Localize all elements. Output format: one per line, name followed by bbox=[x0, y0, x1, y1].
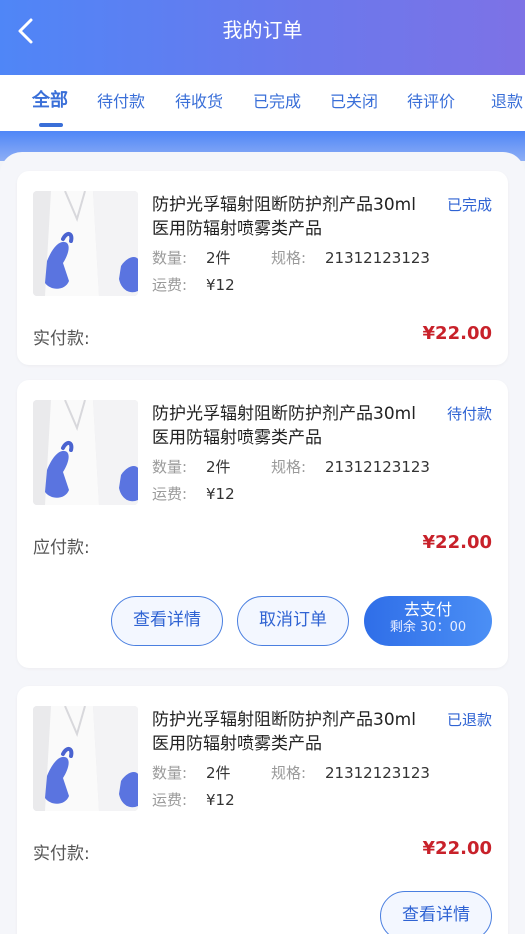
freight-value: ¥12 bbox=[206, 276, 235, 294]
spec-value: 21312123123 bbox=[325, 249, 430, 267]
freight-value: ¥12 bbox=[206, 485, 235, 503]
tab-completed[interactable]: 已完成 bbox=[253, 92, 301, 112]
status-badge: 已退款 bbox=[446, 711, 492, 729]
product-name[interactable]: 防护光孚辐射阻断防护剂产品30ml医用防辐射喷雾类产品 bbox=[152, 193, 427, 241]
product-image[interactable] bbox=[33, 191, 138, 296]
tab-pending-receipt[interactable]: 待收货 bbox=[175, 92, 223, 112]
quantity-label: 数量: bbox=[152, 249, 188, 267]
order-card[interactable]: 防护光孚辐射阻断防护剂产品30ml医用防辐射喷雾类产品 待付款 数量: 2件 规… bbox=[17, 380, 508, 668]
cancel-order-button[interactable]: 取消订单 bbox=[237, 596, 349, 646]
spec-value: 21312123123 bbox=[325, 764, 430, 782]
paid-amount-label: 实付款: bbox=[33, 844, 90, 864]
tab-pending-payment[interactable]: 待付款 bbox=[97, 92, 145, 112]
spec-value: 21312123123 bbox=[325, 458, 430, 476]
product-name[interactable]: 防护光孚辐射阻断防护剂产品30ml医用防辐射喷雾类产品 bbox=[152, 708, 427, 756]
tab-all[interactable]: 全部 bbox=[32, 91, 68, 111]
order-card[interactable]: 防护光孚辐射阻断防护剂产品30ml医用防辐射喷雾类产品 已退款 数量: 2件 规… bbox=[17, 686, 508, 934]
paid-amount-label: 实付款: bbox=[33, 329, 90, 349]
spec-label: 规格: bbox=[271, 764, 307, 782]
product-image[interactable] bbox=[33, 400, 138, 505]
order-tabs: 全部 待付款 待收货 已完成 已关闭 待评价 退款 bbox=[0, 75, 525, 131]
quantity-value: 2件 bbox=[206, 249, 231, 267]
product-image[interactable] bbox=[33, 706, 138, 811]
payable-amount: ¥22.00 bbox=[422, 532, 492, 553]
quantity-label: 数量: bbox=[152, 764, 188, 782]
spec-label: 规格: bbox=[271, 458, 307, 476]
freight-label: 运费: bbox=[152, 276, 188, 294]
product-name[interactable]: 防护光孚辐射阻断防护剂产品30ml医用防辐射喷雾类产品 bbox=[152, 402, 427, 450]
paid-amount: ¥22.00 bbox=[422, 323, 492, 344]
freight-label: 运费: bbox=[152, 485, 188, 503]
status-badge: 已完成 bbox=[446, 196, 492, 214]
status-badge: 待付款 bbox=[446, 405, 492, 423]
quantity-label: 数量: bbox=[152, 458, 188, 476]
quantity-value: 2件 bbox=[206, 458, 231, 476]
payable-amount-label: 应付款: bbox=[33, 538, 90, 558]
freight-value: ¥12 bbox=[206, 791, 235, 809]
pay-now-button[interactable]: 去支付 剩余 30：00 bbox=[364, 596, 492, 646]
order-card[interactable]: 防护光孚辐射阻断防护剂产品30ml医用防辐射喷雾类产品 已完成 数量: 2件 规… bbox=[17, 171, 508, 365]
active-tab-indicator bbox=[39, 123, 63, 127]
tab-closed[interactable]: 已关闭 bbox=[330, 92, 378, 112]
paid-amount: ¥22.00 bbox=[422, 838, 492, 859]
tab-refund[interactable]: 退款 bbox=[491, 92, 523, 112]
freight-label: 运费: bbox=[152, 791, 188, 809]
view-details-button[interactable]: 查看详情 bbox=[111, 596, 223, 646]
page-title: 我的订单 bbox=[222, 18, 303, 42]
remaining-time: 剩余 30：00 bbox=[389, 620, 467, 635]
tab-pending-review[interactable]: 待评价 bbox=[407, 92, 455, 112]
view-details-button[interactable]: 查看详情 bbox=[380, 891, 492, 934]
pay-now-label: 去支付 bbox=[403, 600, 452, 619]
quantity-value: 2件 bbox=[206, 764, 231, 782]
spec-label: 规格: bbox=[271, 249, 307, 267]
app-header: 我的订单 bbox=[0, 0, 525, 75]
